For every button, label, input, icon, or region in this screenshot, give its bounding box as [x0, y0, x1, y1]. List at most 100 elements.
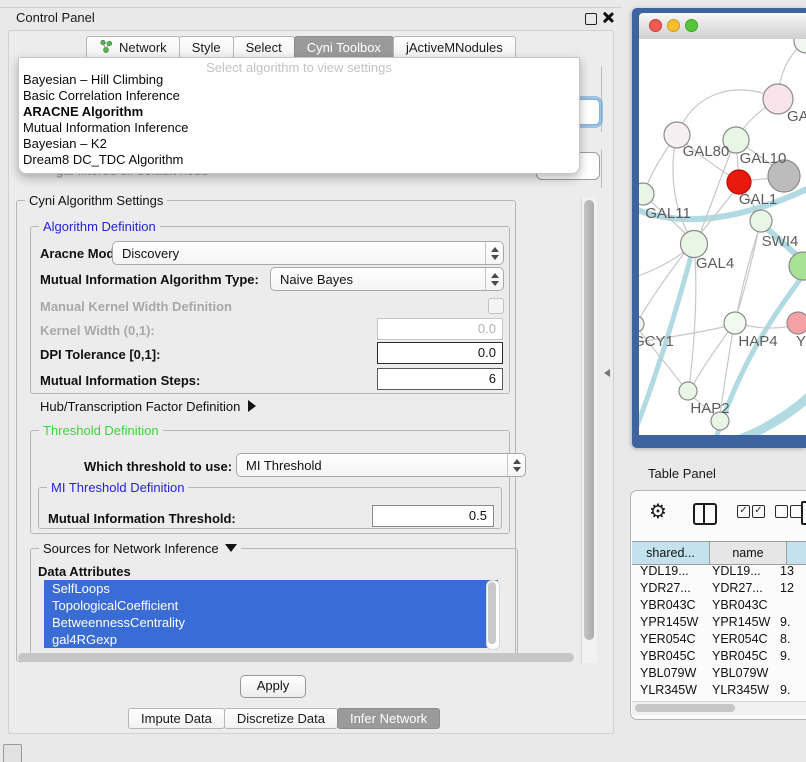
table-row[interactable]: YDL19... YDL19... 13	[632, 563, 806, 580]
kernel-width-field[interactable]: 0.0	[377, 318, 503, 340]
node-salmon[interactable]	[787, 312, 806, 334]
combo-stepper-icon	[485, 242, 503, 264]
tab-jactivemnodules[interactable]: jActiveMNodules	[393, 36, 516, 59]
node-gal4[interactable]	[681, 231, 708, 258]
cell-value: 9.	[780, 614, 790, 631]
mi-steps-label: Mutual Information Steps:	[40, 373, 200, 388]
cell-shared-name: YER054C	[632, 631, 712, 648]
document-icon[interactable]	[801, 501, 806, 525]
table-row[interactable]: YPR145W YPR145W 9.	[632, 614, 806, 631]
node-right-green[interactable]	[789, 252, 806, 280]
columns-icon[interactable]	[693, 503, 717, 525]
dropdown-item[interactable]: Bayesian – K2	[23, 136, 575, 152]
cell-name: YPR145W	[712, 614, 780, 631]
data-attributes-list: SelfLoops TopologicalCoefficient Between…	[44, 580, 498, 648]
tab-select[interactable]: Select	[233, 36, 295, 59]
manual-kernel-checkbox[interactable]	[488, 298, 504, 314]
aracne-mode-value: Discovery	[122, 246, 179, 261]
attribute-item[interactable]: TopologicalCoefficient	[44, 597, 498, 614]
table-row[interactable]: YBR043C YBR043C	[632, 597, 806, 614]
node-gcy1[interactable]	[639, 316, 644, 332]
bottom-left-panel-icon[interactable]	[3, 744, 22, 762]
table-header: shared... name	[632, 541, 806, 565]
tab-jactivemnodules-label: jActiveMNodules	[406, 40, 503, 55]
dropdown-item[interactable]: Bayesian – Hill Climbing	[23, 72, 575, 88]
table-row[interactable]: YBL079W YBL079W	[632, 665, 806, 682]
unchecked-checkbox-icon[interactable]	[775, 505, 788, 518]
label-swi4: SWI4	[762, 233, 799, 250]
cell-value: 12	[780, 580, 794, 597]
cell-name: YDL19...	[712, 563, 780, 580]
close-icon[interactable]	[602, 11, 615, 24]
table-hscroll-thumb[interactable]	[635, 704, 735, 712]
sources-group-title[interactable]: Sources for Network Inference	[39, 541, 241, 556]
tab-discretize-label: Discretize Data	[237, 711, 325, 726]
settings-vertical-scrollbar[interactable]	[581, 197, 597, 663]
table-panel-title: Table Panel	[648, 466, 716, 481]
label-hap2: HAP2	[690, 400, 729, 417]
dropdown-item[interactable]: Basic Correlation Inference	[23, 88, 575, 104]
table-row[interactable]: YDR27... YDR27... 12	[632, 580, 806, 597]
mi-steps-field[interactable]: 6	[377, 368, 503, 390]
node-hap4[interactable]	[724, 312, 746, 334]
cell-name: YER054C	[712, 631, 780, 648]
network-canvas[interactable]: GAL GAL80 GAL10 GAL1 GAL11 SWI4 GAL4 GCY…	[639, 39, 806, 435]
sources-title-text: Sources for Network Inference	[43, 541, 219, 556]
horizontal-scrollbar-thumb[interactable]	[18, 653, 574, 662]
column-header-shared[interactable]: shared...	[632, 542, 710, 564]
hidden-groupbox-edge2	[601, 150, 602, 188]
vertical-scrollbar-thumb[interactable]	[584, 200, 594, 640]
mi-type-label: Mutual Information Algorithm Type:	[40, 272, 259, 287]
table-row[interactable]: YLR345W YLR345W 9.	[632, 682, 806, 699]
cell-name: YDR27...	[712, 580, 780, 597]
dpi-tolerance-field[interactable]: 0.0	[377, 342, 503, 364]
panel-divider-collapse-icon[interactable]	[604, 369, 610, 377]
tab-network[interactable]: Network	[86, 36, 180, 59]
tab-discretize-data[interactable]: Discretize Data	[224, 708, 338, 729]
tab-impute-data[interactable]: Impute Data	[128, 708, 225, 729]
mi-threshold-field[interactable]: 0.5	[372, 505, 494, 527]
hub-tf-disclosure[interactable]: Hub/Transcription Factor Definition	[40, 399, 256, 414]
tab-infer-network[interactable]: Infer Network	[337, 708, 440, 729]
node-hap2[interactable]	[679, 382, 697, 400]
zoom-traffic-light[interactable]	[685, 19, 698, 32]
cell-shared-name: YBL079W	[632, 665, 712, 682]
label-gal4: GAL4	[696, 255, 734, 272]
aracne-mode-combo[interactable]: Discovery	[112, 241, 504, 265]
minimize-traffic-light[interactable]	[667, 19, 680, 32]
tab-impute-label: Impute Data	[141, 711, 212, 726]
checked-checkbox-icon[interactable]: ✓	[737, 505, 750, 518]
screen: Control Panel Network Style Select Cyni …	[0, 0, 806, 762]
mi-threshold-group-title: MI Threshold Definition	[47, 480, 188, 495]
gear-icon[interactable]: ⚙	[649, 499, 667, 524]
mi-type-value: Naive Bayes	[280, 272, 353, 287]
mi-type-combo[interactable]: Naive Bayes	[270, 267, 504, 291]
float-window-icon[interactable]	[585, 13, 597, 25]
table-row[interactable]: YER054C YER054C 8.	[632, 631, 806, 648]
apply-button[interactable]: Apply	[240, 675, 306, 698]
node-swi4[interactable]	[750, 210, 772, 232]
tab-cyni-toolbox[interactable]: Cyni Toolbox	[294, 36, 394, 59]
column-header-name[interactable]: name	[710, 542, 787, 564]
network-window-titlebar[interactable]	[639, 13, 806, 40]
column-header-cut[interactable]	[787, 542, 806, 564]
attribute-item[interactable]: BetweennessCentrality	[44, 614, 498, 631]
which-threshold-combo[interactable]: MI Threshold	[236, 453, 526, 477]
dropdown-item-selected[interactable]: ARACNE Algorithm	[23, 104, 575, 120]
dropdown-item[interactable]: Mutual Information Inference	[23, 120, 575, 136]
attribute-list-scrollbar[interactable]	[486, 580, 500, 650]
network-view-window[interactable]: GAL GAL80 GAL10 GAL1 GAL11 SWI4 GAL4 GCY…	[632, 8, 806, 448]
hub-tf-label: Hub/Transcription Factor Definition	[40, 399, 240, 414]
cell-name: YBR045C	[712, 648, 780, 665]
table-row[interactable]: YBR045C YBR045C 9.	[632, 648, 806, 665]
table-horizontal-scrollbar[interactable]	[632, 701, 806, 715]
dropdown-item[interactable]: Dream8 DC_TDC Algorithm	[23, 152, 575, 168]
algorithm-dropdown[interactable]: Select algorithm to view settings Bayesi…	[18, 57, 580, 174]
tab-style[interactable]: Style	[179, 36, 234, 59]
attribute-item[interactable]: SelfLoops	[44, 580, 498, 597]
settings-horizontal-scrollbar[interactable]	[16, 651, 578, 664]
cell-shared-name: YLR345W	[632, 682, 712, 699]
close-traffic-light[interactable]	[649, 19, 662, 32]
checked-checkbox-icon[interactable]: ✓	[752, 505, 765, 518]
attribute-item[interactable]: gal4RGexp	[44, 631, 498, 648]
